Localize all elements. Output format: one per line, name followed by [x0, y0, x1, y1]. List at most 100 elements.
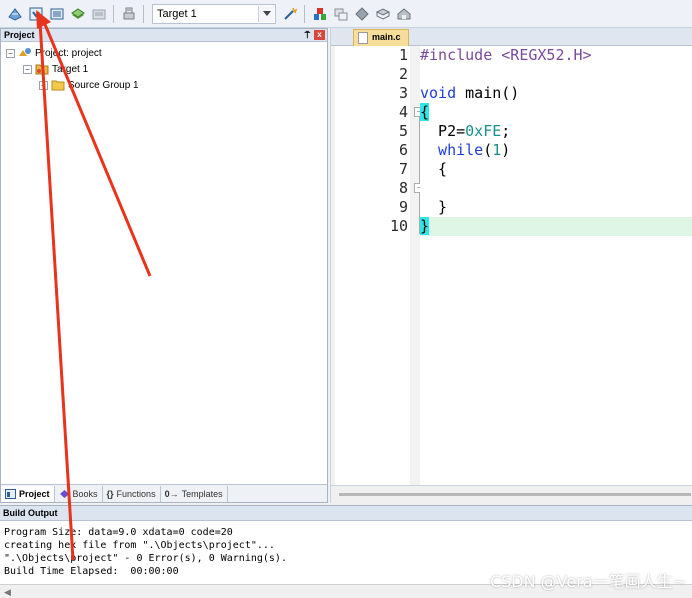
manage-components-icon[interactable]	[331, 4, 350, 23]
line-number: 4	[398, 103, 408, 121]
tree-item-label: Project: project	[35, 47, 102, 59]
tree-item-label: Target 1	[52, 63, 89, 75]
code-token: {	[420, 160, 448, 178]
chevron-down-icon[interactable]	[258, 5, 274, 22]
watermark: CSDN @Vera一笔画人生~	[489, 572, 686, 591]
line-number: 10	[389, 217, 408, 235]
tab-label: Functions	[116, 488, 156, 499]
target-options-icon[interactable]	[280, 4, 299, 23]
line-number: 5	[398, 122, 408, 140]
build-output-line: ".\Objects\project" - 0 Error(s), 0 Warn…	[4, 553, 287, 564]
line-number: 7	[398, 160, 408, 178]
code-token: while	[420, 141, 484, 159]
download-icon[interactable]	[119, 4, 138, 23]
project-pane-header: Project ⍑ x	[1, 29, 327, 42]
tab-functions[interactable]: {} Functions	[103, 485, 161, 502]
code-token: 0xFE	[465, 122, 502, 140]
matched-brace: }	[420, 217, 430, 235]
tree-item-label: Source Group 1	[68, 79, 139, 91]
ide-window: Target 1 Project ⍑ x − Project: project …	[0, 0, 692, 598]
line-number: 8	[398, 179, 408, 197]
collapse-toggle[interactable]: −	[23, 64, 32, 74]
c-file-icon	[358, 32, 368, 44]
project-tab-icon	[5, 488, 16, 499]
project-pane-tabs: Project Books {} Functions 0→ Templates	[1, 484, 327, 502]
build-output-header: Build Output	[0, 506, 692, 521]
toolbar: Target 1	[0, 0, 692, 28]
code-token: (	[483, 141, 493, 159]
tab-label: Books	[72, 488, 98, 499]
code-token: P2=	[420, 122, 466, 140]
tab-label: main.c	[372, 32, 401, 42]
batch-build-icon[interactable]	[68, 4, 87, 23]
target-folder-icon	[35, 63, 49, 75]
editor-area: main.c 1 2 3 4 5 6 7 8 9 10 − − #include…	[330, 28, 692, 503]
tab-templates[interactable]: 0→ Templates	[161, 485, 228, 502]
toolbar-separator	[113, 4, 114, 23]
code-token: #include	[420, 46, 493, 64]
line-number: 6	[398, 141, 408, 159]
select-packs-icon[interactable]	[352, 4, 371, 23]
editor-horizontal-scrollbar[interactable]	[331, 485, 692, 503]
build-output-line: creating hex file from ".\Objects\projec…	[4, 540, 275, 551]
code-line: }	[420, 198, 692, 217]
line-number: 1	[398, 46, 408, 64]
project-icon	[18, 47, 32, 59]
target-select-value: Target 1	[157, 7, 197, 20]
tab-books[interactable]: Books	[55, 485, 103, 502]
line-number: 9	[398, 198, 408, 216]
line-number: 2	[398, 65, 408, 83]
code-token: main()	[456, 84, 520, 102]
translate-icon[interactable]	[5, 4, 24, 23]
editor-tab-strip: main.c	[331, 28, 692, 46]
code-token: void	[420, 84, 457, 102]
code-token: <REGX52.H>	[492, 46, 592, 64]
current-code-line: }	[420, 217, 692, 236]
tab-label: Project	[19, 488, 50, 499]
collapse-toggle[interactable]: −	[6, 48, 15, 58]
books-icon	[59, 489, 70, 499]
tab-project[interactable]: Project	[1, 485, 55, 502]
toolbar-separator	[304, 4, 305, 23]
tab-main-c[interactable]: main.c	[353, 29, 409, 46]
build-output-title: Build Output	[3, 508, 58, 518]
line-number-gutter: 1 2 3 4 5 6 7 8 9 10 − −	[335, 46, 424, 485]
tab-label: Templates	[181, 488, 223, 499]
run-time-environment-icon[interactable]	[394, 4, 413, 23]
code-line: {	[420, 160, 692, 179]
pin-icon[interactable]: ⍑	[305, 29, 310, 41]
code-token: )	[501, 141, 511, 159]
line-number: 3	[398, 84, 408, 102]
tree-item-source-group[interactable]: + Source Group 1	[39, 78, 139, 92]
code-line: {	[420, 103, 692, 122]
code-editor[interactable]: #include <REGX52.H> void main() { P2=0xF…	[420, 46, 692, 485]
matched-brace: {	[420, 103, 430, 121]
code-token: 1	[492, 141, 502, 159]
code-line: while(1)	[420, 141, 692, 160]
stop-build-icon[interactable]	[89, 4, 108, 23]
templates-icon: 0→	[164, 488, 179, 499]
close-icon[interactable]: x	[314, 30, 325, 40]
tree-item-project[interactable]: − Project: project	[6, 46, 102, 60]
scrollbar-thumb[interactable]	[339, 493, 691, 496]
folder-icon	[51, 79, 65, 91]
build-output-line: Build Time Elapsed: 00:00:00	[4, 566, 179, 577]
tree-item-target[interactable]: − Target 1	[23, 62, 88, 76]
pack-installer-icon[interactable]	[373, 4, 392, 23]
code-line: void main()	[420, 84, 692, 103]
file-extensions-icon[interactable]	[310, 4, 329, 23]
code-token: }	[420, 198, 448, 216]
build-icon[interactable]	[26, 4, 45, 23]
expand-toggle[interactable]: +	[39, 80, 48, 90]
project-pane: Project ⍑ x − Project: project − Target …	[0, 28, 328, 503]
project-pane-title: Project	[4, 30, 35, 40]
toolbar-separator	[143, 4, 144, 23]
build-output-line: Program Size: data=9.0 xdata=0 code=20	[4, 527, 233, 538]
rebuild-icon[interactable]	[47, 4, 66, 23]
target-select[interactable]: Target 1	[152, 3, 276, 24]
code-token: ;	[501, 122, 511, 140]
scroll-left-icon[interactable]: ◀	[4, 587, 11, 598]
functions-icon: {}	[106, 488, 114, 499]
code-line: P2=0xFE;	[420, 122, 692, 141]
code-line: #include <REGX52.H>	[420, 46, 692, 65]
